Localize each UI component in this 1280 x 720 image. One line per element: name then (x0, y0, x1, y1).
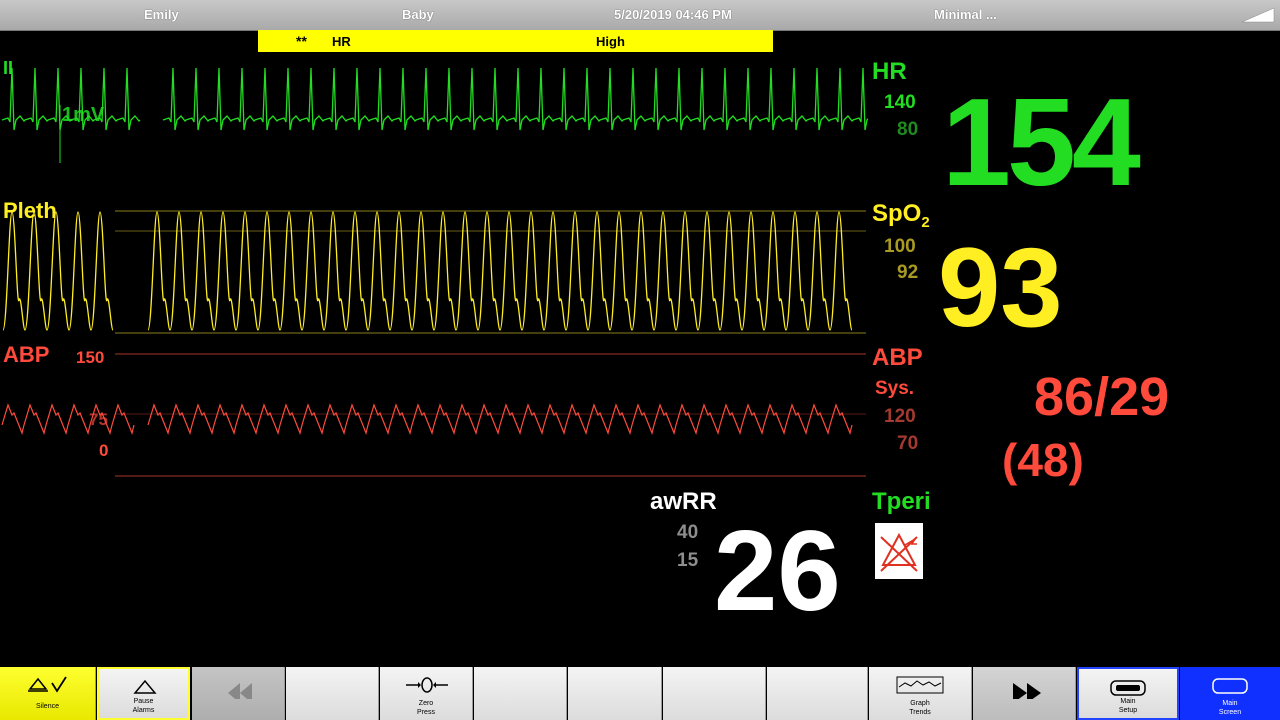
graph-trends-label-2: Trends (909, 709, 931, 716)
hr-value[interactable]: 154 (942, 78, 1141, 208)
spo2-alarm-low: 92 (897, 262, 919, 283)
pleth-waveform (2, 210, 866, 334)
alarm-parameter: HR (332, 34, 351, 49)
date-time: 5/20/2019 04:46 PM (614, 7, 732, 22)
abp-waveform (1, 353, 866, 477)
hr-label[interactable]: HR (872, 58, 907, 86)
abp-sys-dia-value[interactable]: 86/29 (1034, 366, 1169, 428)
signal-strength-icon (1241, 7, 1275, 23)
blank-key-1[interactable] (286, 667, 379, 720)
profile-name[interactable]: Minimal ... (934, 7, 997, 22)
main-screen-label: Main Screen (1180, 699, 1280, 717)
spo2-label[interactable]: SpO2 (872, 200, 930, 231)
zero-press-icon (406, 677, 448, 693)
rewind-icon (228, 683, 252, 699)
main-setup-label-2: Setup (1118, 707, 1138, 714)
awrr-label[interactable]: awRR (650, 488, 717, 516)
pleth-trace (2, 211, 853, 331)
main-screen-label-1: Main (1222, 700, 1238, 707)
zero-press-button[interactable]: Zero Press (380, 667, 473, 720)
zero-press-label: Zero Press (380, 699, 472, 717)
fast-forward-button[interactable] (973, 667, 1076, 720)
alarm-off-icon[interactable] (875, 523, 923, 579)
main-screen-button[interactable]: Main Screen (1180, 667, 1280, 720)
zero-press-label-1: Zero (418, 700, 434, 707)
pause-alarms-label-2: Alarms (132, 707, 155, 714)
zero-press-label-2: Press (417, 709, 435, 716)
abp-param-label[interactable]: ABP (872, 344, 923, 372)
tperi-label[interactable]: Tperi (872, 488, 931, 516)
graph-trends-button[interactable]: Graph Trends (869, 667, 972, 720)
spo2-value[interactable]: 93 (938, 228, 1063, 348)
abp-alarm-low: 70 (897, 433, 919, 454)
abp-alarm-high: 120 (884, 406, 916, 427)
ecg-trace (1, 67, 868, 131)
awrr-alarm-high: 40 (677, 522, 699, 543)
spo2-label-subscript: 2 (921, 213, 930, 231)
awrr-value[interactable]: 26 (714, 510, 841, 634)
blank-key-5[interactable] (767, 667, 868, 720)
silence-icon (28, 676, 67, 693)
hr-alarm-high: 140 (884, 92, 916, 113)
main-setup-label-1: Main (1120, 698, 1136, 705)
pause-alarms-label: Pause Alarms (99, 697, 188, 715)
spo2-alarm-high: 100 (884, 236, 916, 257)
spo2-label-text: SpO (872, 200, 922, 227)
blank-key-4[interactable] (663, 667, 766, 720)
fast-forward-icon (1013, 683, 1041, 699)
header-bar: Emily Baby 5/20/2019 04:46 PM Minimal ..… (0, 0, 1280, 31)
main-setup-button[interactable]: Main Setup (1077, 667, 1179, 720)
ecg-scale-label: 1mV (62, 104, 105, 126)
awrr-alarm-low: 15 (677, 550, 699, 571)
main-setup-icon (1110, 680, 1146, 696)
alarm-condition: High (596, 34, 625, 49)
pause-alarms-button[interactable]: Pause Alarms (97, 667, 190, 720)
graph-trends-icon (896, 676, 944, 694)
blank-key-2[interactable] (474, 667, 567, 720)
main-screen-label-2: Screen (1218, 709, 1242, 716)
silence-button[interactable]: Silence (0, 667, 96, 720)
silence-label: Silence (36, 703, 59, 710)
main-screen-icon (1212, 678, 1248, 694)
main-setup-label: Main Setup (1079, 697, 1177, 715)
abp-trace (1, 403, 853, 435)
abp-mean-value[interactable]: (48) (1002, 432, 1084, 488)
alarm-severity: ** (296, 33, 307, 49)
alarm-banner[interactable]: ** HR High (258, 30, 773, 52)
blank-key-3[interactable] (568, 667, 662, 720)
patient-category[interactable]: Baby (402, 7, 434, 22)
patient-name[interactable]: Emily (144, 7, 179, 22)
pause-alarms-icon (133, 679, 157, 694)
graph-trends-label-1: Graph (910, 700, 930, 707)
hr-alarm-low: 80 (897, 119, 919, 140)
rewind-button[interactable] (192, 667, 285, 720)
abp-sys-label: Sys. (875, 378, 915, 399)
pause-alarms-label-1: Pause (133, 698, 154, 705)
graph-trends-label: Graph Trends (869, 699, 971, 717)
ecg-waveform (1, 67, 868, 163)
